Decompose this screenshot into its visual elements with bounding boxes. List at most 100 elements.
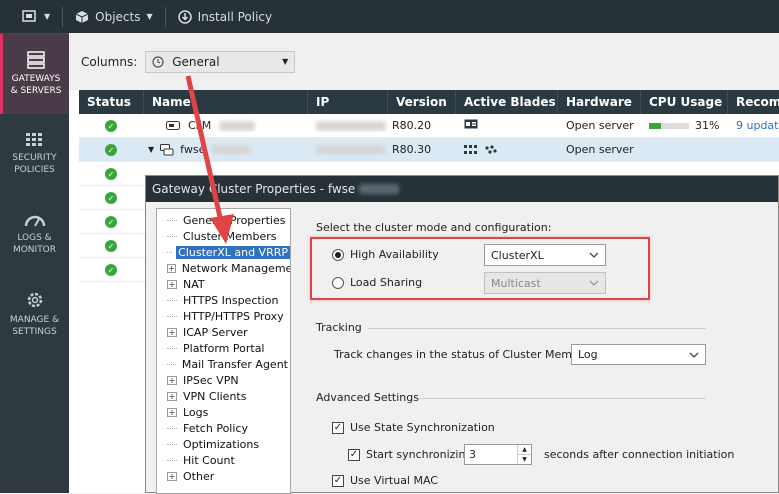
expand-plus-icon[interactable]: + bbox=[167, 263, 176, 273]
tree-item-label: IPSec VPN bbox=[183, 373, 239, 387]
start-sync-spinner[interactable]: 3 ▲ ▼ bbox=[464, 444, 532, 465]
tree-connector bbox=[167, 219, 177, 221]
tree-item[interactable]: Hit Count bbox=[157, 452, 290, 468]
tree-item-label: NAT bbox=[183, 277, 205, 291]
tree-item[interactable]: Platform Portal bbox=[157, 340, 290, 356]
tree-connector bbox=[167, 235, 177, 237]
grid-icon bbox=[25, 133, 42, 146]
tree-connector bbox=[167, 315, 177, 317]
expand-plus-icon[interactable]: + bbox=[167, 279, 177, 289]
nav-logs-monitor[interactable]: LOGS & MONITOR bbox=[0, 194, 69, 274]
status-ok-icon: ✓ bbox=[105, 240, 117, 253]
chevron-down-icon: ▼ bbox=[282, 57, 289, 66]
tree-item[interactable]: HTTP/HTTPS Proxy bbox=[157, 308, 290, 324]
app-menu-button[interactable]: ▼ bbox=[18, 9, 54, 24]
tree-item-label: HTTPS Inspection bbox=[183, 293, 279, 307]
dots-icon bbox=[485, 144, 497, 154]
objects-label: Objects bbox=[95, 9, 141, 24]
status-ok-icon: ✓ bbox=[105, 264, 117, 277]
checkmark-icon: ✓ bbox=[332, 474, 344, 487]
tree-item[interactable]: + Other bbox=[157, 468, 290, 484]
cluster-icon bbox=[160, 143, 174, 155]
nav-gateways-servers[interactable]: GATEWAYS & SERVERS bbox=[0, 34, 69, 114]
download-circle-icon bbox=[177, 9, 192, 24]
nav-manage-settings[interactable]: MANAGE & SETTINGS bbox=[0, 274, 69, 354]
top-toolbar: ▼ Objects ▼ Install Policy bbox=[0, 0, 779, 33]
track-select[interactable]: Log bbox=[571, 344, 706, 365]
tree-item[interactable]: + NAT bbox=[157, 276, 290, 292]
tree-connector bbox=[167, 347, 177, 349]
tree-item[interactable]: Mail Transfer Agent bbox=[157, 356, 290, 372]
gateway-hardware: Open server bbox=[566, 143, 634, 156]
state-sync-label: Use State Synchronization bbox=[350, 421, 495, 434]
virtual-mac-checkbox[interactable]: ✓ Use Virtual MAC bbox=[332, 474, 438, 487]
gateway-hardware: Open server bbox=[566, 119, 634, 132]
server-icon bbox=[166, 121, 180, 130]
dialog-titlebar[interactable]: Gateway Cluster Properties - fwse bbox=[146, 176, 778, 202]
tree-item[interactable]: + VPN Clients bbox=[157, 388, 290, 404]
tree-connector bbox=[167, 443, 177, 445]
tracking-heading: Tracking bbox=[316, 321, 362, 334]
start-sync-checkbox[interactable]: ✓ Start synchronizing bbox=[348, 448, 472, 461]
status-ok-icon: ✓ bbox=[105, 192, 117, 205]
tree-item-label: ICAP Server bbox=[183, 325, 248, 339]
state-sync-checkbox[interactable]: ✓ Use State Synchronization bbox=[332, 421, 495, 434]
tree-connector bbox=[167, 363, 176, 365]
blade-icon bbox=[464, 119, 478, 129]
expand-plus-icon[interactable]: + bbox=[167, 407, 177, 417]
clock-icon bbox=[152, 55, 164, 68]
server-stack-icon bbox=[27, 51, 45, 69]
column-header-recommended[interactable]: Recom bbox=[728, 90, 779, 114]
nav-security-policies[interactable]: SECURITY POLICIES bbox=[0, 114, 69, 194]
gauge-icon bbox=[24, 215, 45, 227]
column-header-cpu-usage[interactable]: CPU Usage bbox=[641, 90, 728, 114]
tree-item[interactable]: Fetch Policy bbox=[157, 420, 290, 436]
tree-connector bbox=[167, 251, 173, 253]
spinner-up-icon[interactable]: ▲ bbox=[518, 445, 531, 455]
expand-plus-icon[interactable]: + bbox=[167, 391, 177, 401]
collapse-arrow-icon[interactable]: ▼ bbox=[148, 145, 154, 154]
red-arrow-icon bbox=[185, 75, 234, 244]
column-header-status[interactable]: Status bbox=[79, 90, 144, 114]
expand-plus-icon[interactable]: + bbox=[167, 471, 177, 481]
gear-icon bbox=[27, 292, 42, 308]
section-divider bbox=[368, 328, 706, 329]
tree-item[interactable]: Optimizations bbox=[157, 436, 290, 452]
tree-item-label: VPN Clients bbox=[183, 389, 247, 403]
tree-item-label: Optimizations bbox=[183, 437, 260, 451]
expand-plus-icon[interactable]: + bbox=[167, 327, 177, 337]
columns-value: General bbox=[172, 54, 220, 69]
install-policy-button[interactable]: Install Policy bbox=[174, 10, 276, 24]
chevron-down-icon bbox=[689, 352, 699, 358]
tree-item[interactable]: + Logs bbox=[157, 404, 290, 420]
column-header-version[interactable]: Version bbox=[388, 90, 456, 114]
columns-label: Columns: bbox=[81, 54, 138, 69]
status-ok-icon: ✓ bbox=[105, 120, 117, 133]
tree-connector bbox=[167, 459, 177, 461]
spinner-down-icon[interactable]: ▼ bbox=[518, 455, 531, 464]
column-header-active-blades[interactable]: Active Blades bbox=[456, 90, 558, 114]
nav-label: & SERVERS bbox=[10, 86, 62, 96]
track-label: Track changes in the status of Cluster M… bbox=[334, 348, 600, 361]
column-header-ip[interactable]: IP bbox=[308, 90, 388, 114]
redacted-ip bbox=[316, 145, 386, 155]
virtual-mac-label: Use Virtual MAC bbox=[350, 474, 438, 487]
status-ok-icon: ✓ bbox=[105, 216, 117, 229]
chevron-down-icon: ▼ bbox=[146, 12, 153, 21]
tree-item[interactable]: HTTPS Inspection bbox=[157, 292, 290, 308]
cube-icon bbox=[75, 10, 89, 23]
gateway-version: R80.30 bbox=[392, 143, 432, 156]
cpu-usage-value: 31% bbox=[695, 119, 720, 132]
checkmark-icon: ✓ bbox=[332, 421, 344, 434]
tree-item[interactable]: + ICAP Server bbox=[157, 324, 290, 340]
recommended-updates-link[interactable]: 9 updat bbox=[728, 119, 779, 132]
toolbar-divider bbox=[164, 6, 166, 27]
nav-label: SECURITY bbox=[12, 153, 57, 163]
status-ok-icon: ✓ bbox=[105, 144, 117, 157]
tree-item[interactable]: + IPSec VPN bbox=[157, 372, 290, 388]
column-header-hardware[interactable]: Hardware bbox=[558, 90, 641, 114]
expand-plus-icon[interactable]: + bbox=[167, 375, 177, 385]
tree-item[interactable]: + Network Management bbox=[157, 260, 290, 276]
objects-menu-button[interactable]: Objects ▼ bbox=[71, 10, 157, 24]
blades-grid-icon bbox=[464, 144, 477, 154]
